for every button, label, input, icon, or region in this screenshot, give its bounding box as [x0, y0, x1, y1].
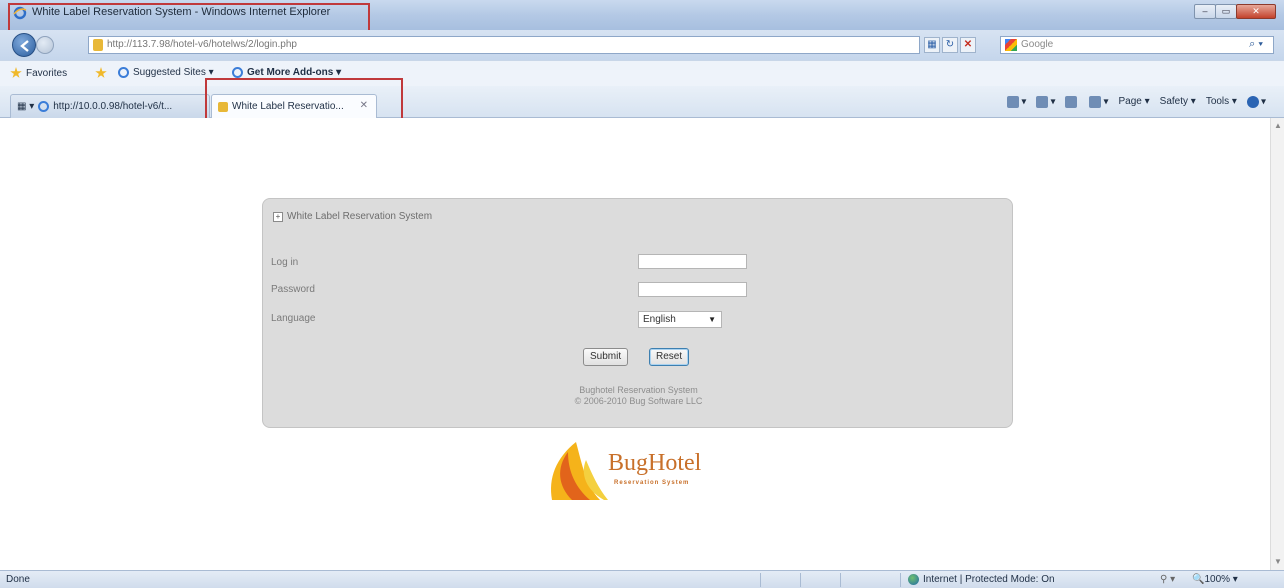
- divider: [800, 573, 801, 587]
- scroll-up-icon[interactable]: ▲: [1274, 122, 1282, 130]
- status-text: Done: [6, 574, 30, 585]
- back-arrow-icon: [20, 40, 29, 52]
- window-title: White Label Reservation System - Windows…: [32, 6, 331, 18]
- login-panel-header: + White Label Reservation System: [273, 211, 432, 222]
- flame-logo-icon: [551, 442, 608, 500]
- footer-line-2: © 2006-2010 Bug Software LLC: [574, 396, 703, 406]
- address-row: http://113.7.98/hotel-v6/hotelws/2/login…: [0, 30, 1284, 60]
- password-label: Password: [271, 284, 315, 295]
- language-value: English: [643, 314, 676, 325]
- print-icon: [1089, 96, 1102, 108]
- logo-tagline: Reservation System: [614, 480, 690, 486]
- google-icon: [1005, 39, 1017, 51]
- address-url: http://113.7.98/hotel-v6/hotelws/2/login…: [107, 39, 297, 50]
- title-bar: White Label Reservation System - Windows…: [0, 0, 1284, 41]
- command-bar: ▾ ▾ ▾ Page ▾ Safety ▾ Tools ▾ ▾: [1007, 96, 1266, 108]
- browser-window: White Label Reservation System - Windows…: [0, 0, 1284, 588]
- zone-text: Internet | Protected Mode: On: [923, 574, 1055, 585]
- maximize-button[interactable]: ▭: [1215, 4, 1237, 19]
- zoom-level[interactable]: 🔍100% ▾: [1192, 574, 1238, 585]
- status-bar: Done Internet | Protected Mode: On ⚲ ▾ 🔍…: [0, 570, 1284, 588]
- language-select[interactable]: English ▼: [638, 311, 722, 328]
- refresh-icon[interactable]: ↻: [942, 37, 958, 53]
- stop-icon[interactable]: ✕: [960, 37, 976, 53]
- feeds-icon: [1036, 96, 1049, 108]
- address-bar[interactable]: http://113.7.98/hotel-v6/hotelws/2/login…: [88, 36, 920, 54]
- login-label: Log in: [271, 257, 299, 268]
- addons-label: Get More Add-ons ▾: [247, 67, 342, 78]
- forward-button[interactable]: [36, 36, 54, 54]
- home-icon: [1007, 96, 1020, 108]
- divider: [900, 573, 901, 587]
- back-button[interactable]: [12, 33, 36, 57]
- tab-label: White Label Reservatio...: [232, 101, 344, 112]
- ie-logo-icon: [13, 6, 27, 20]
- password-input[interactable]: [638, 282, 747, 297]
- star-icon: [10, 67, 22, 78]
- print-button[interactable]: ▾: [1089, 96, 1109, 108]
- globe-icon: [908, 574, 919, 585]
- tab-inactive[interactable]: ▦ ▾ http://10.0.0.98/hotel-v6/t...: [10, 94, 210, 118]
- tab-active[interactable]: White Label Reservatio... ✕: [211, 94, 377, 118]
- favorites-bar: Favorites Suggested Sites ▾ Get More Add…: [0, 60, 1284, 86]
- add-to-favorites-icon: [95, 67, 107, 78]
- ie-icon: [118, 67, 129, 78]
- divider: [760, 573, 761, 587]
- search-provider: Google: [1021, 39, 1054, 50]
- get-addons-link[interactable]: Get More Add-ons ▾: [232, 67, 341, 78]
- favorites-label: Favorites: [26, 67, 68, 79]
- favorites-button[interactable]: Favorites: [10, 67, 67, 79]
- feeds-button[interactable]: ▾: [1036, 96, 1055, 108]
- login-panel: + White Label Reservation System Log in …: [262, 198, 1013, 428]
- page-content: + White Label Reservation System Log in …: [0, 118, 1270, 570]
- collapse-icon[interactable]: +: [273, 211, 283, 222]
- tab-row: ▦ ▾ http://10.0.0.98/hotel-v6/t... White…: [0, 78, 1284, 124]
- zoom-text: 100%: [1204, 574, 1231, 585]
- reset-button[interactable]: Reset: [649, 348, 690, 366]
- add-favorite-button[interactable]: [95, 67, 107, 79]
- search-box[interactable]: Google ⌕ ▾: [1000, 36, 1274, 54]
- page-icon: [93, 39, 103, 51]
- divider: [840, 573, 841, 587]
- quick-tabs-icon[interactable]: ▦ ▾: [17, 101, 34, 112]
- logo-brand: BugHotel: [608, 450, 702, 476]
- suggested-sites-link[interactable]: Suggested Sites ▾: [118, 67, 214, 78]
- page-icon: [218, 101, 228, 112]
- protected-mode-icon[interactable]: ⚲ ▾: [1160, 574, 1175, 585]
- bughotel-logo: BugHotel Reservation System: [546, 438, 736, 504]
- login-input[interactable]: [638, 254, 747, 269]
- tab-label: http://10.0.0.98/hotel-v6/t...: [53, 101, 173, 112]
- ie-icon: [38, 101, 50, 112]
- compatibility-view-icon[interactable]: ▦: [924, 37, 940, 53]
- language-label: Language: [271, 313, 316, 324]
- panel-title: White Label Reservation System: [287, 211, 433, 222]
- chevron-down-icon: ▼: [708, 315, 716, 324]
- suggested-sites-label: Suggested Sites ▾: [133, 67, 214, 78]
- minimize-button[interactable]: –: [1194, 4, 1216, 19]
- ie-icon: [232, 67, 243, 78]
- page-menu[interactable]: Page ▾: [1119, 96, 1150, 108]
- home-button[interactable]: ▾: [1007, 96, 1026, 108]
- safety-menu[interactable]: Safety ▾: [1160, 96, 1196, 108]
- search-icon[interactable]: ⌕ ▾: [1249, 38, 1263, 51]
- submit-button[interactable]: Submit: [583, 348, 629, 366]
- close-tab-icon[interactable]: ✕: [360, 100, 368, 111]
- close-button[interactable]: ✕: [1236, 4, 1276, 19]
- security-zone[interactable]: Internet | Protected Mode: On: [908, 574, 1055, 585]
- mail-button[interactable]: [1065, 96, 1079, 108]
- help-icon: [1246, 96, 1259, 108]
- footer-line-1: Bughotel Reservation System: [579, 385, 698, 395]
- window-controls: – ▭ ✕: [1194, 4, 1276, 20]
- mail-icon: [1065, 96, 1078, 108]
- vertical-scrollbar[interactable]: ▲ ▼: [1270, 118, 1284, 570]
- help-button[interactable]: ▾: [1246, 96, 1266, 108]
- tools-menu[interactable]: Tools ▾: [1206, 96, 1237, 108]
- address-tools: ▦ ↻ ✕: [924, 37, 976, 53]
- scroll-down-icon[interactable]: ▼: [1274, 558, 1282, 566]
